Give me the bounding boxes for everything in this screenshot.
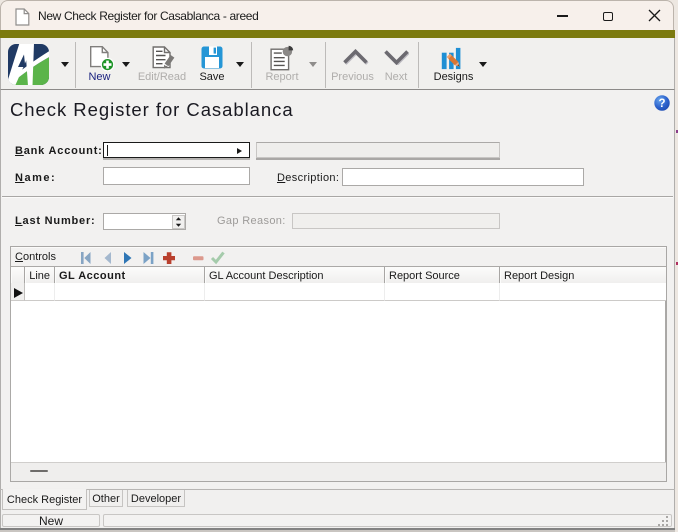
svg-text:?: ? bbox=[658, 98, 665, 110]
